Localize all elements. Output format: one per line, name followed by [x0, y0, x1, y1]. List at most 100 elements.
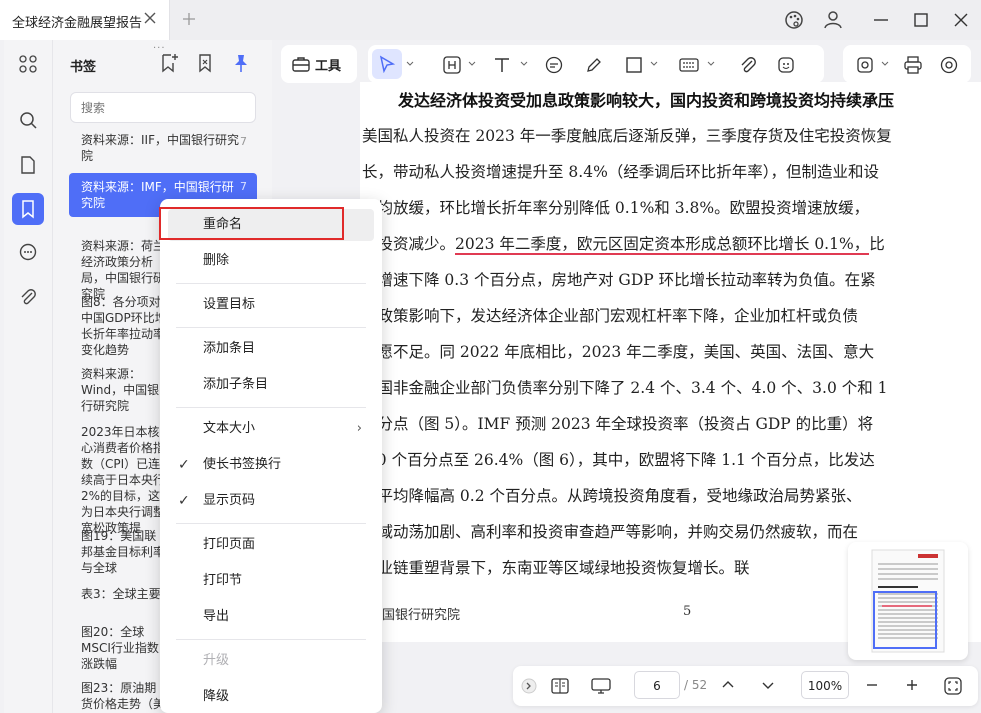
pin-icon[interactable] — [230, 52, 252, 74]
textbox-icon[interactable] — [678, 55, 700, 75]
chevron-right-icon: › — [356, 421, 362, 436]
bookmark-icon — [22, 200, 34, 219]
search-button[interactable] — [12, 104, 44, 136]
menu-text-size[interactable]: 文本大小 › — [168, 413, 374, 445]
chevron-down-icon[interactable] — [650, 60, 658, 68]
doc-line: 1.0 个百分点至 26.4%（图 6），其中，欧盟将下降 1.1 个百分点，比… — [362, 451, 875, 469]
menu-divider — [176, 283, 366, 284]
menu-show-page-numbers[interactable]: ✓ 显示页码 — [168, 485, 374, 517]
doc-line: 意愿不足。同 2022 年底相比，2023 年二季度，美国、英国、法国、意大 — [362, 343, 875, 361]
menu-label: 导出 — [203, 609, 230, 624]
presentation-icon[interactable] — [590, 676, 612, 696]
panel-title: 书签 — [70, 60, 97, 75]
fit-page-icon[interactable] — [943, 676, 963, 696]
maximize-icon[interactable] — [910, 9, 932, 31]
checkmark-icon: ✓ — [178, 457, 190, 473]
menu-label: 显示页码 — [203, 493, 256, 508]
menu-demote[interactable]: 降级 — [168, 681, 374, 713]
palette-icon[interactable] — [783, 9, 805, 31]
cursor-icon[interactable] — [378, 55, 396, 73]
screenshot-icon[interactable] — [855, 55, 875, 75]
bookmark-search-input[interactable] — [70, 92, 256, 123]
doc-line: 领域动荡加剧、高利率和投资审查趋严等影响，并购交易仍然疲软，而在 — [362, 523, 859, 541]
chevron-down-icon[interactable] — [468, 60, 476, 68]
menu-delete[interactable]: 删除 — [168, 245, 374, 277]
menu-label: 打印页面 — [203, 537, 256, 552]
pen-icon[interactable] — [584, 55, 604, 75]
menu-label: 升级 — [203, 653, 230, 668]
add-bookmark-icon[interactable] — [158, 52, 180, 74]
tools-button[interactable]: 工具 — [291, 53, 341, 75]
page-icon — [21, 156, 35, 174]
collapse-icon[interactable] — [521, 678, 537, 694]
underlined-text[interactable]: 2023 年二季度，欧元区固定资本形成总额环比增长 0.1%， — [455, 235, 870, 255]
heading-icon[interactable] — [442, 55, 462, 75]
page-footer-source: 国银行研究院 — [382, 608, 461, 623]
tools-group: 工具 — [281, 45, 357, 83]
bookmarks-button[interactable] — [12, 193, 44, 225]
chevron-down-icon[interactable] — [520, 60, 528, 68]
close-window-icon[interactable] — [950, 9, 972, 31]
ai-assistant-icon[interactable] — [939, 55, 959, 75]
bottom-bar: 6 / 52 100% — [513, 666, 978, 706]
chevron-down-icon[interactable] — [707, 60, 715, 68]
bookmark-text: 图19：美国联邦基金目标利率与全球 — [81, 529, 166, 575]
thumbnail-preview-icon — [871, 549, 945, 653]
bookmark-item[interactable]: 资料来源：IIF，中国银行研究院 7 — [69, 130, 257, 163]
next-page-icon[interactable] — [761, 678, 775, 692]
chevron-down-icon[interactable] — [881, 60, 889, 68]
new-tab-icon[interactable] — [182, 12, 196, 26]
page-total: / 52 — [684, 678, 708, 692]
pages-button[interactable] — [12, 149, 44, 181]
comment-icon — [19, 243, 37, 261]
menu-export[interactable]: 导出 — [168, 601, 374, 633]
bookmark-text: 图8：各分项对中国GDP环比增长折年率拉动率变化趋势 — [81, 295, 167, 357]
menu-label: 降级 — [203, 689, 230, 704]
menu-add-child-item[interactable]: 添加子条目 — [168, 369, 374, 401]
doc-line: 美国私人投资在 2023 年一季度触底后逐渐反弹，三季度存货及住宅投资恢复 — [362, 127, 892, 145]
doc-line: 产投资减少。2023 年二季度，欧元区固定资本形成总额环比增长 0.1%，比 — [362, 232, 885, 255]
zoom-level[interactable]: 100% — [801, 671, 849, 699]
user-icon[interactable] — [822, 9, 844, 31]
left-rail — [4, 40, 52, 713]
doc-line: 长，带动私人投资增速提升至 8.4%（经季调后环比折年率），但制造业和设 — [362, 163, 880, 181]
sticker-icon[interactable] — [776, 55, 796, 75]
chevron-down-icon[interactable] — [406, 60, 414, 68]
right-toolbar — [843, 45, 971, 83]
page-number-input[interactable]: 6 — [634, 671, 680, 699]
rectangle-icon[interactable] — [624, 55, 644, 75]
zoom-out-icon[interactable] — [865, 678, 879, 692]
menu-promote: 升级 — [168, 645, 374, 677]
book-view-icon[interactable] — [550, 676, 570, 696]
bookmark-text: 资料来源：Wind，中国银行研究院 — [81, 367, 160, 413]
doc-line: 体平均降幅高 0.2 个百分点。从跨境投资角度看，受地缘政治局势紧张、 — [362, 487, 862, 505]
toolbox-icon — [292, 57, 310, 72]
menu-print-section[interactable]: 打印节 — [168, 565, 374, 597]
minimize-icon[interactable] — [870, 9, 892, 31]
menu-add-item[interactable]: 添加条目 — [168, 333, 374, 365]
tools-label: 工具 — [315, 58, 342, 74]
menu-set-destination[interactable]: 设置目标 — [168, 289, 374, 321]
zoom-in-icon[interactable] — [905, 678, 919, 692]
document-tab[interactable]: 全球经济金融展望报告 — [0, 0, 170, 40]
attachment-icon[interactable] — [738, 55, 758, 75]
page-navigator-thumbnail[interactable] — [848, 542, 968, 660]
thumbnails-button[interactable] — [12, 48, 44, 80]
comments-button[interactable] — [12, 236, 44, 268]
rename-highlight-box — [159, 207, 344, 240]
text-icon[interactable] — [492, 55, 512, 75]
note-icon[interactable] — [544, 55, 564, 75]
previous-page-icon[interactable] — [721, 678, 735, 692]
bookmark-text: 图23：原油期货价格走势（美元 — [81, 681, 166, 711]
bookmark-remove-icon[interactable] — [194, 52, 216, 74]
attachments-button[interactable] — [12, 281, 44, 313]
close-tab-icon[interactable] — [143, 11, 157, 25]
menu-label: 设置目标 — [203, 297, 256, 312]
print-icon[interactable] — [903, 55, 923, 75]
section-heading: 发达经济体投资受加息政策影响较大，国内投资和跨境投资均持续承压 — [398, 91, 895, 110]
bookmark-text: 表3：全球主要 — [81, 587, 161, 601]
title-bar: 全球经济金融展望报告 — [0, 0, 981, 40]
bookmark-page: 7 — [240, 135, 247, 148]
menu-print-pages[interactable]: 打印页面 — [168, 529, 374, 561]
menu-wrap-long-bookmarks[interactable]: ✓ 使长书签换行 — [168, 449, 374, 481]
